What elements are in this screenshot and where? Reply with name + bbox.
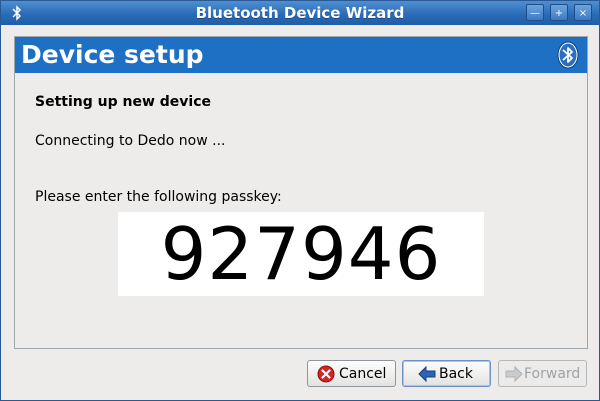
wizard-window: Bluetooth Device Wizard — + × Device set…: [0, 0, 600, 401]
title-bar[interactable]: Bluetooth Device Wizard — + ×: [1, 1, 599, 25]
passkey-value: 927946: [160, 212, 442, 296]
arrow-right-icon: [505, 365, 523, 383]
setup-heading: Setting up new device: [35, 94, 211, 110]
maximize-icon: +: [554, 8, 564, 19]
page-title: Device setup: [21, 40, 204, 69]
passkey-display: 927946: [118, 212, 484, 296]
back-label: Back: [439, 366, 473, 382]
forward-label: Forward: [524, 366, 581, 382]
forward-button[interactable]: Forward: [498, 360, 587, 387]
cancel-icon: [317, 365, 335, 383]
arrow-left-icon: [418, 365, 436, 383]
minimize-button[interactable]: —: [526, 4, 544, 21]
wizard-page: Device setup Setting up new device Conne…: [14, 36, 588, 349]
cancel-label: Cancel: [339, 366, 387, 382]
connection-status: Connecting to Dedo now ...: [35, 133, 226, 149]
bluetooth-icon: [557, 41, 579, 69]
minimize-icon: —: [530, 8, 540, 19]
passkey-prompt: Please enter the following passkey:: [35, 189, 282, 205]
cancel-button[interactable]: Cancel: [307, 360, 396, 387]
window-title: Bluetooth Device Wizard: [195, 4, 405, 22]
maximize-button[interactable]: +: [550, 4, 568, 21]
close-button[interactable]: ×: [574, 4, 592, 21]
back-button[interactable]: Back: [402, 360, 491, 387]
page-header: Device setup: [15, 37, 587, 73]
close-icon: ×: [578, 8, 588, 19]
